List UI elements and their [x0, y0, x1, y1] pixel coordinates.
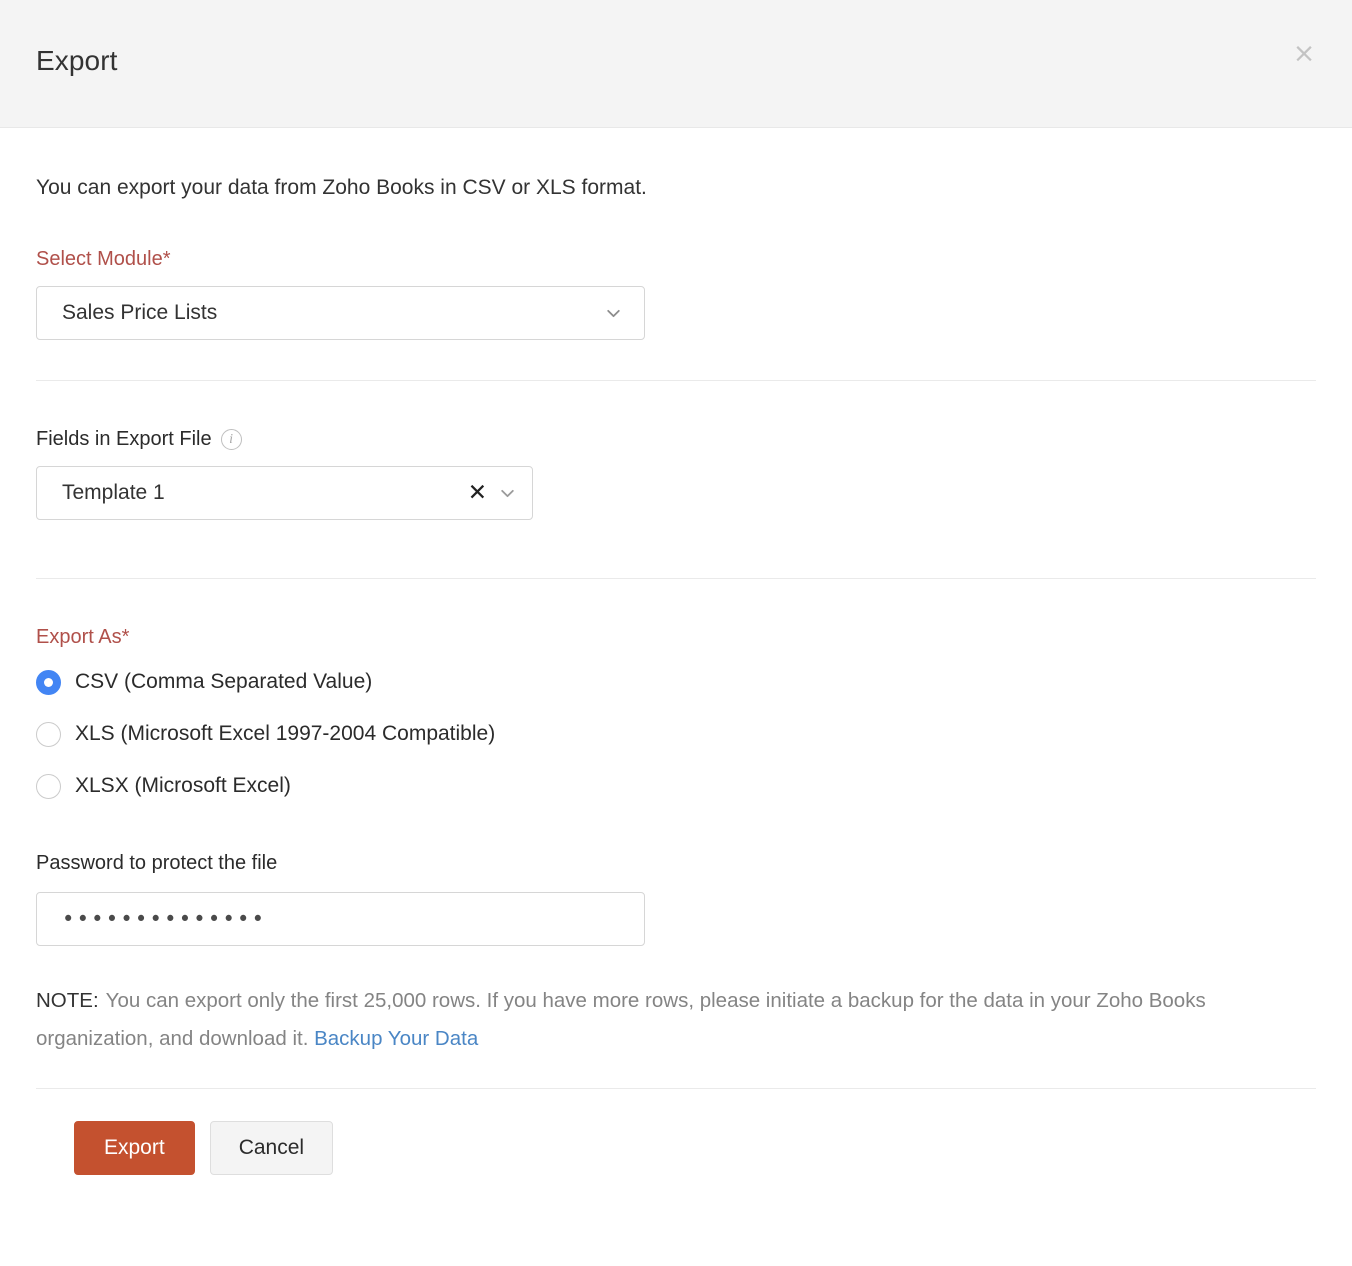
fields-in-export-file-label: Fields in Export File [36, 427, 212, 451]
fields-in-export-file-field: Fields in Export File i Template 1 ✕ [36, 427, 1316, 520]
radio-option-xlsx[interactable]: XLSX (Microsoft Excel) [36, 767, 1316, 805]
page-title: Export [36, 44, 118, 78]
fields-template-dropdown[interactable]: Template 1 ✕ [36, 466, 533, 520]
password-label: Password to protect the file [36, 851, 1316, 875]
radio-label-csv: CSV (Comma Separated Value) [75, 669, 372, 695]
select-module-value: Sales Price Lists [37, 301, 605, 325]
cancel-button[interactable]: Cancel [210, 1121, 333, 1175]
export-button[interactable]: Export [74, 1121, 195, 1175]
export-as-label: Export As* [36, 625, 1316, 649]
dialog-header: Export × [0, 0, 1352, 128]
select-module-field: Select Module* Sales Price Lists [36, 247, 1316, 340]
password-input[interactable]: •••••••••••••• [36, 892, 645, 946]
radio-option-csv[interactable]: CSV (Comma Separated Value) [36, 663, 1316, 701]
radio-label-xlsx: XLSX (Microsoft Excel) [75, 773, 291, 799]
divider-3 [36, 1088, 1316, 1089]
dialog-footer: Export Cancel [36, 1121, 1316, 1175]
password-field: Password to protect the file •••••••••••… [36, 851, 1316, 946]
radio-indicator-csv[interactable] [36, 670, 61, 695]
note-label: NOTE: [36, 989, 99, 1012]
fields-template-value: Template 1 [37, 481, 468, 505]
select-module-label: Select Module* [36, 247, 1316, 271]
chevron-down-icon [605, 305, 622, 322]
radio-label-xls: XLS (Microsoft Excel 1997-2004 Compatibl… [75, 721, 495, 747]
export-as-radio-group: CSV (Comma Separated Value) XLS (Microso… [36, 663, 1316, 805]
fields-in-export-file-label-row: Fields in Export File i [36, 427, 1316, 451]
select-module-dropdown[interactable]: Sales Price Lists [36, 286, 645, 340]
radio-indicator-xls[interactable] [36, 722, 61, 747]
divider-1 [36, 380, 1316, 381]
clear-selection-icon[interactable]: ✕ [468, 482, 487, 505]
note-body: You can export only the first 25,000 row… [36, 989, 1206, 1050]
export-as-field: Export As* CSV (Comma Separated Value) X… [36, 625, 1316, 805]
info-icon[interactable]: i [221, 429, 242, 450]
note-text: NOTE:You can export only the first 25,00… [36, 982, 1316, 1058]
radio-option-xls[interactable]: XLS (Microsoft Excel 1997-2004 Compatibl… [36, 715, 1316, 753]
divider-2 [36, 578, 1316, 579]
intro-description: You can export your data from Zoho Books… [36, 128, 1316, 201]
chevron-down-icon [499, 485, 516, 502]
dialog-body: You can export your data from Zoho Books… [0, 128, 1352, 1175]
backup-your-data-link[interactable]: Backup Your Data [314, 1027, 478, 1050]
close-icon[interactable]: × [1288, 38, 1320, 70]
radio-indicator-xlsx[interactable] [36, 774, 61, 799]
